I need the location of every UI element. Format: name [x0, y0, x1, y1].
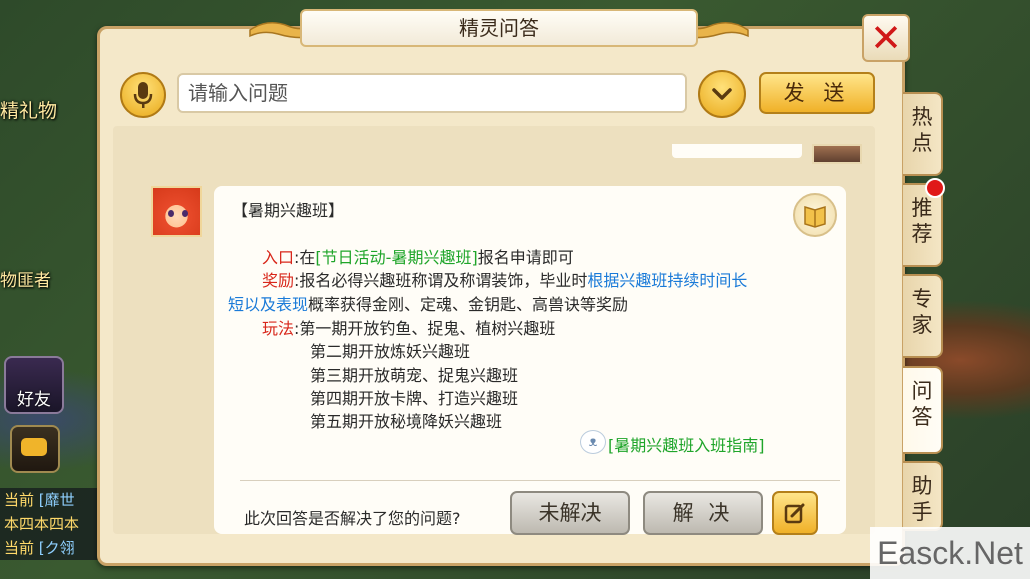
notification-badge [925, 178, 945, 198]
chevron-down-icon [712, 88, 732, 100]
tab-label: 推荐 [911, 196, 933, 246]
spirit-avatar [151, 186, 202, 237]
bg-gift-label: 精礼物 [0, 100, 58, 122]
friends-label: 好友 [17, 390, 51, 410]
unresolved-button[interactable]: 未解决 [510, 491, 630, 535]
tab-label: 专家 [911, 287, 933, 337]
friends-icon[interactable]: 好友 [4, 356, 64, 414]
divider [240, 480, 840, 481]
guide-book-icon[interactable] [793, 193, 837, 237]
user-message-bubble [672, 144, 802, 158]
tab-label: 助手 [911, 474, 933, 524]
play-line: 第五期开放秘境降妖兴趣班 [310, 412, 503, 431]
cat-icon: ᴥ [580, 430, 606, 454]
guide-link[interactable]: [暑期兴趣班入班指南] [608, 432, 765, 456]
bg-npc-title: 物匪者 [0, 271, 51, 291]
chat-line: 本四本四本 [0, 512, 100, 536]
watermark: Easck.Net [870, 527, 1030, 579]
tab-hot[interactable]: 热点 [903, 92, 943, 176]
answer-bubble [214, 186, 846, 534]
microphone-icon [133, 82, 153, 108]
reward-line-2: 短以及表现概率获得金刚、定魂、金钥匙、高兽诀等奖励 [228, 295, 629, 314]
voice-input-button[interactable] [120, 72, 166, 118]
close-button[interactable]: ✕ [862, 14, 910, 62]
feedback-question: 此次回答是否解决了您的问题? [244, 509, 461, 528]
tab-expert[interactable]: 专家 [903, 274, 943, 358]
chat-line: 当前 [ク翎 [0, 536, 100, 560]
send-button[interactable]: 发 送 [759, 72, 875, 114]
tab-label: 热点 [911, 105, 933, 155]
user-avatar [812, 144, 862, 164]
question-input[interactable] [177, 73, 687, 113]
edit-icon [784, 503, 805, 524]
tab-assistant[interactable]: 助手 [903, 461, 943, 531]
chat-bubble-icon[interactable] [10, 425, 60, 473]
chat-line: 当前 [靡世 [0, 488, 100, 512]
close-icon: ✕ [870, 16, 902, 60]
play-line: 第四期开放卡牌、打造兴趣班 [310, 389, 519, 408]
edit-button[interactable] [772, 491, 818, 535]
play-line: 第二期开放炼妖兴趣班 [310, 342, 471, 361]
reward-line: 奖励:报名必得兴趣班称谓及称谓装饰，毕业时根据兴趣班持续时间长 [262, 271, 748, 290]
play-line: 玩法:第一期开放钓鱼、捉鬼、植树兴趣班 [262, 319, 556, 338]
tab-label: 问答 [911, 379, 933, 429]
answer-title: 【暑期兴趣班】 [232, 201, 345, 220]
play-line: 第三期开放萌宠、捉鬼兴趣班 [310, 366, 519, 385]
dialog-title: 精灵问答 [300, 9, 698, 47]
resolved-button[interactable]: 解 决 [643, 491, 763, 535]
tab-qa[interactable]: 问答 [903, 366, 943, 454]
activity-link[interactable]: [节日活动-暑期兴趣班] [315, 248, 477, 267]
entry-line: 入口:在[节日活动-暑期兴趣班]报名申请即可 [262, 248, 574, 267]
book-icon [804, 205, 826, 228]
history-dropdown-button[interactable] [698, 70, 746, 118]
